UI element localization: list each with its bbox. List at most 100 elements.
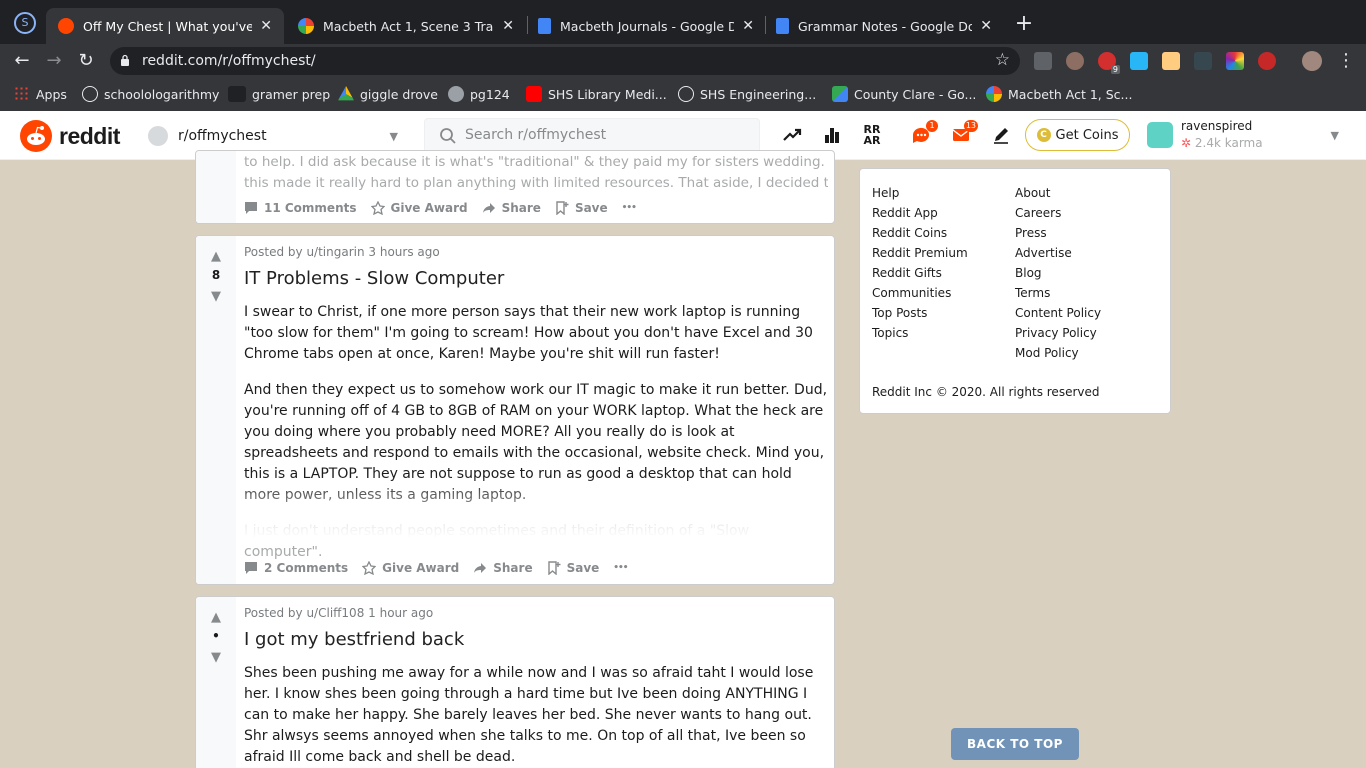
get-coins-button[interactable]: C Get Coins bbox=[1025, 119, 1130, 151]
subreddit-selector[interactable]: r/offmychest ▼ bbox=[148, 124, 398, 148]
footer-link-careers[interactable]: Careers bbox=[1015, 203, 1101, 223]
chat-icon[interactable]: 1 bbox=[910, 120, 938, 146]
tab-macbeth-translation[interactable]: Macbeth Act 1, Scene 3 Transla ✕ bbox=[286, 8, 526, 44]
back-to-top-button[interactable]: BACK TO TOP bbox=[951, 728, 1079, 760]
reddit-home-link[interactable]: reddit bbox=[20, 120, 120, 152]
close-tab-icon[interactable]: ✕ bbox=[502, 18, 514, 34]
footer-link-about[interactable]: About bbox=[1015, 183, 1101, 203]
footer-link-blog[interactable]: Blog bbox=[1015, 263, 1101, 283]
close-tab-icon[interactable]: ✕ bbox=[742, 18, 754, 34]
bookmark-pg124[interactable]: pg124 bbox=[448, 86, 510, 102]
footer-links-card: Help Reddit App Reddit Coins Reddit Prem… bbox=[859, 168, 1171, 414]
trending-icon[interactable] bbox=[781, 124, 803, 146]
dark-extension-icon[interactable] bbox=[1194, 52, 1212, 70]
footer-link-reddit-gifts[interactable]: Reddit Gifts bbox=[872, 263, 968, 283]
share-button[interactable]: Share bbox=[482, 201, 541, 215]
create-post-pencil-icon[interactable] bbox=[990, 124, 1012, 146]
post-card[interactable]: ▲ 8 ▼ Posted by u/tingarin 3 hours ago I… bbox=[195, 235, 835, 585]
chrome-menu-icon[interactable]: ⋮ bbox=[1334, 49, 1358, 73]
bookmark-county-clare[interactable]: County Clare - Go... bbox=[832, 86, 976, 102]
close-tab-icon[interactable]: ✕ bbox=[980, 18, 992, 34]
post-card[interactable]: ▲ • ▼ Posted by u/Cliff108 1 hour ago I … bbox=[195, 596, 835, 768]
share-button[interactable]: Share bbox=[473, 561, 533, 575]
google-docs-icon bbox=[776, 18, 789, 34]
downvote-icon[interactable]: ▼ bbox=[208, 289, 224, 305]
save-button[interactable]: Save bbox=[547, 561, 599, 575]
profile-avatar[interactable] bbox=[1302, 51, 1322, 71]
chat-badge: 1 bbox=[926, 120, 938, 132]
owl-extension-icon[interactable] bbox=[1066, 52, 1084, 70]
footer-link-privacy-policy[interactable]: Privacy Policy bbox=[1015, 323, 1101, 343]
footer-links-right: About Careers Press Advertise Blog Terms… bbox=[1015, 183, 1101, 363]
close-tab-icon[interactable]: ✕ bbox=[260, 18, 272, 34]
lock-icon bbox=[121, 54, 129, 66]
post-title[interactable]: I got my bestfriend back bbox=[244, 629, 464, 650]
chevron-down-icon: ▼ bbox=[389, 129, 398, 143]
crx-extension-icon[interactable] bbox=[1034, 52, 1052, 70]
post-body: I swear to Christ, if one more person sa… bbox=[244, 302, 828, 578]
browser-toolbar: ← → ↻ reddit.com/r/offmychest/ ☆ 9 ⋮ bbox=[0, 44, 1366, 78]
bookmark-shs-engineering[interactable]: SHS Engineering... bbox=[678, 86, 816, 102]
box-extension-icon[interactable] bbox=[1162, 52, 1180, 70]
forward-arrow-icon[interactable]: → bbox=[42, 49, 66, 73]
footer-link-reddit-app[interactable]: Reddit App bbox=[872, 203, 968, 223]
comments-button[interactable]: 11 Comments bbox=[244, 201, 357, 215]
tab-grammar-notes[interactable]: Grammar Notes - Google Docs ✕ bbox=[764, 8, 1004, 44]
post-meta: Posted by u/tingarin 3 hours ago bbox=[244, 245, 440, 259]
reddit-snoo-icon bbox=[20, 120, 52, 152]
award-icon bbox=[362, 561, 377, 575]
reload-icon[interactable]: ↻ bbox=[74, 49, 98, 73]
footer-link-top-posts[interactable]: Top Posts bbox=[872, 303, 968, 323]
adblock-extension-icon[interactable]: 9 bbox=[1098, 52, 1120, 74]
bookmark-schoology[interactable]: schoolologarithmy bbox=[82, 86, 219, 102]
footer-link-advertise[interactable]: Advertise bbox=[1015, 243, 1101, 263]
more-options-icon[interactable]: ••• bbox=[622, 203, 637, 213]
footer-link-reddit-coins[interactable]: Reddit Coins bbox=[872, 223, 968, 243]
footer-link-mod-policy[interactable]: Mod Policy bbox=[1015, 343, 1101, 363]
post-card[interactable]: to help. I did ask because it is what's … bbox=[195, 150, 835, 224]
bookmark-apps[interactable]: Apps bbox=[14, 86, 67, 102]
bookmark-plus-icon bbox=[556, 201, 569, 215]
comments-button[interactable]: 2 Comments bbox=[244, 561, 348, 575]
bookmark-star-icon[interactable]: ☆ bbox=[995, 50, 1010, 70]
stats-icon[interactable] bbox=[821, 124, 843, 146]
footer-link-communities[interactable]: Communities bbox=[872, 283, 968, 303]
red-extension-icon[interactable] bbox=[1258, 52, 1276, 70]
address-bar[interactable]: reddit.com/r/offmychest/ ☆ bbox=[110, 47, 1020, 75]
footer-link-content-policy[interactable]: Content Policy bbox=[1015, 303, 1101, 323]
footer-link-reddit-premium[interactable]: Reddit Premium bbox=[872, 243, 968, 263]
bookmark-gramer-prep[interactable]: gramer prep bbox=[228, 86, 330, 102]
upvote-icon[interactable]: ▲ bbox=[208, 249, 224, 265]
user-menu[interactable]: ravenspired ✲ 2.4k karma ▼ bbox=[1147, 117, 1347, 155]
check-extension-icon[interactable] bbox=[1130, 52, 1148, 70]
footer-link-topics[interactable]: Topics bbox=[872, 323, 968, 343]
tab-title: Grammar Notes - Google Docs bbox=[798, 18, 973, 34]
chrome-profile-icon[interactable]: S bbox=[14, 12, 36, 34]
mail-icon[interactable]: 13 bbox=[950, 120, 978, 146]
upvote-icon[interactable]: ▲ bbox=[208, 610, 224, 626]
search-input[interactable] bbox=[465, 127, 745, 143]
give-award-button[interactable]: Give Award bbox=[362, 561, 459, 575]
new-tab-button[interactable]: + bbox=[1012, 12, 1036, 36]
save-button[interactable]: Save bbox=[555, 201, 608, 215]
footer-link-terms[interactable]: Terms bbox=[1015, 283, 1101, 303]
footer-link-press[interactable]: Press bbox=[1015, 223, 1101, 243]
give-award-button[interactable]: Give Award bbox=[370, 201, 468, 215]
downvote-icon[interactable]: ▼ bbox=[208, 650, 224, 666]
r-all-icon[interactable]: RR AR bbox=[861, 124, 883, 146]
tab-macbeth-journals[interactable]: Macbeth Journals - Google Doc ✕ bbox=[526, 8, 766, 44]
more-options-icon[interactable]: ••• bbox=[613, 563, 628, 573]
bookmark-giggle-drove[interactable]: giggle drove bbox=[338, 86, 438, 102]
bookmark-shs-library[interactable]: SHS Library Medi... bbox=[526, 86, 667, 102]
post-title[interactable]: IT Problems - Slow Computer bbox=[244, 268, 504, 289]
award-icon bbox=[370, 201, 385, 215]
bookmark-macbeth[interactable]: Macbeth Act 1, Sc... bbox=[986, 86, 1132, 102]
avatar bbox=[1147, 122, 1173, 148]
tab-off-my-chest[interactable]: Off My Chest | What you've bee ✕ bbox=[46, 8, 284, 44]
color-extension-icon[interactable] bbox=[1226, 52, 1244, 70]
username: ravenspired bbox=[1181, 119, 1253, 133]
back-arrow-icon[interactable]: ← bbox=[10, 49, 34, 73]
footer-link-help[interactable]: Help bbox=[872, 183, 968, 203]
bookmark-plus-icon bbox=[547, 561, 561, 575]
tab-title: Macbeth Journals - Google Doc bbox=[560, 18, 735, 34]
